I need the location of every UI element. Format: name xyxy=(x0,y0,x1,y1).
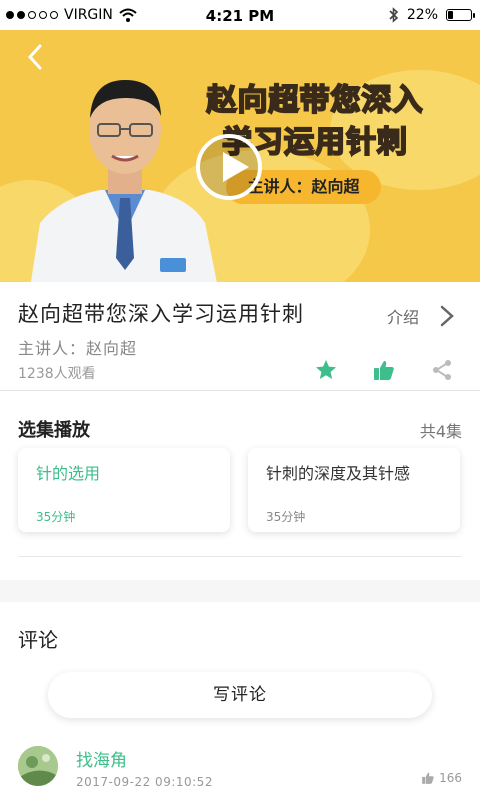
episode-duration: 35分钟 xyxy=(36,510,76,524)
episode-duration: 35分钟 xyxy=(266,510,306,524)
episode-name: 针刺的深度及其针感 xyxy=(266,464,411,483)
bluetooth-icon xyxy=(389,7,399,23)
video-player[interactable]: 赵向超带您深入 学习运用针刺 主讲人：赵向超 xyxy=(0,30,480,282)
divider xyxy=(18,556,462,557)
battery-level xyxy=(448,11,453,19)
share-icon[interactable] xyxy=(430,358,454,382)
episode-card-2[interactable]: 针刺的深度及其针感 35分钟 xyxy=(248,448,460,532)
comment-username[interactable]: 找海角 xyxy=(76,746,127,771)
lecturer-name: 主讲人：赵向超 xyxy=(18,339,138,358)
intro-link[interactable]: 介绍 xyxy=(387,304,419,328)
comment-like-button[interactable]: 166 xyxy=(421,771,462,785)
thumbs-up-icon[interactable] xyxy=(372,358,396,382)
battery-icon xyxy=(446,9,475,21)
view-count: 1238人观看 xyxy=(18,366,96,382)
star-icon[interactable] xyxy=(314,358,338,382)
thumbs-up-icon xyxy=(422,772,434,784)
course-title: 赵向超带您深入学习运用针刺 xyxy=(18,302,304,326)
episode-card-1[interactable]: 针的选用 35分钟 xyxy=(18,448,230,532)
comment-like-count: 166 xyxy=(439,771,462,785)
avatar-image xyxy=(18,746,58,786)
avatar[interactable] xyxy=(18,746,58,786)
comments-title: 评论 xyxy=(18,628,58,652)
play-icon[interactable] xyxy=(196,134,262,200)
battery-percent: 22% xyxy=(406,7,438,23)
episodes-title: 选集播放 xyxy=(18,420,90,441)
comment-timestamp: 2017-09-22 09:10:52 xyxy=(76,775,213,789)
episode-count: 共4集 xyxy=(419,422,462,441)
section-separator xyxy=(0,580,480,602)
write-comment-button[interactable]: 写评论 xyxy=(48,672,432,718)
chevron-right-icon[interactable] xyxy=(437,304,457,328)
status-bar: VIRGIN 4:21 PM 22% xyxy=(0,0,480,30)
divider xyxy=(0,390,480,391)
episode-name: 针的选用 xyxy=(36,464,101,483)
banner-title-line-1: 赵向超带您深入 xyxy=(206,82,424,119)
status-right: 22% xyxy=(389,0,475,30)
